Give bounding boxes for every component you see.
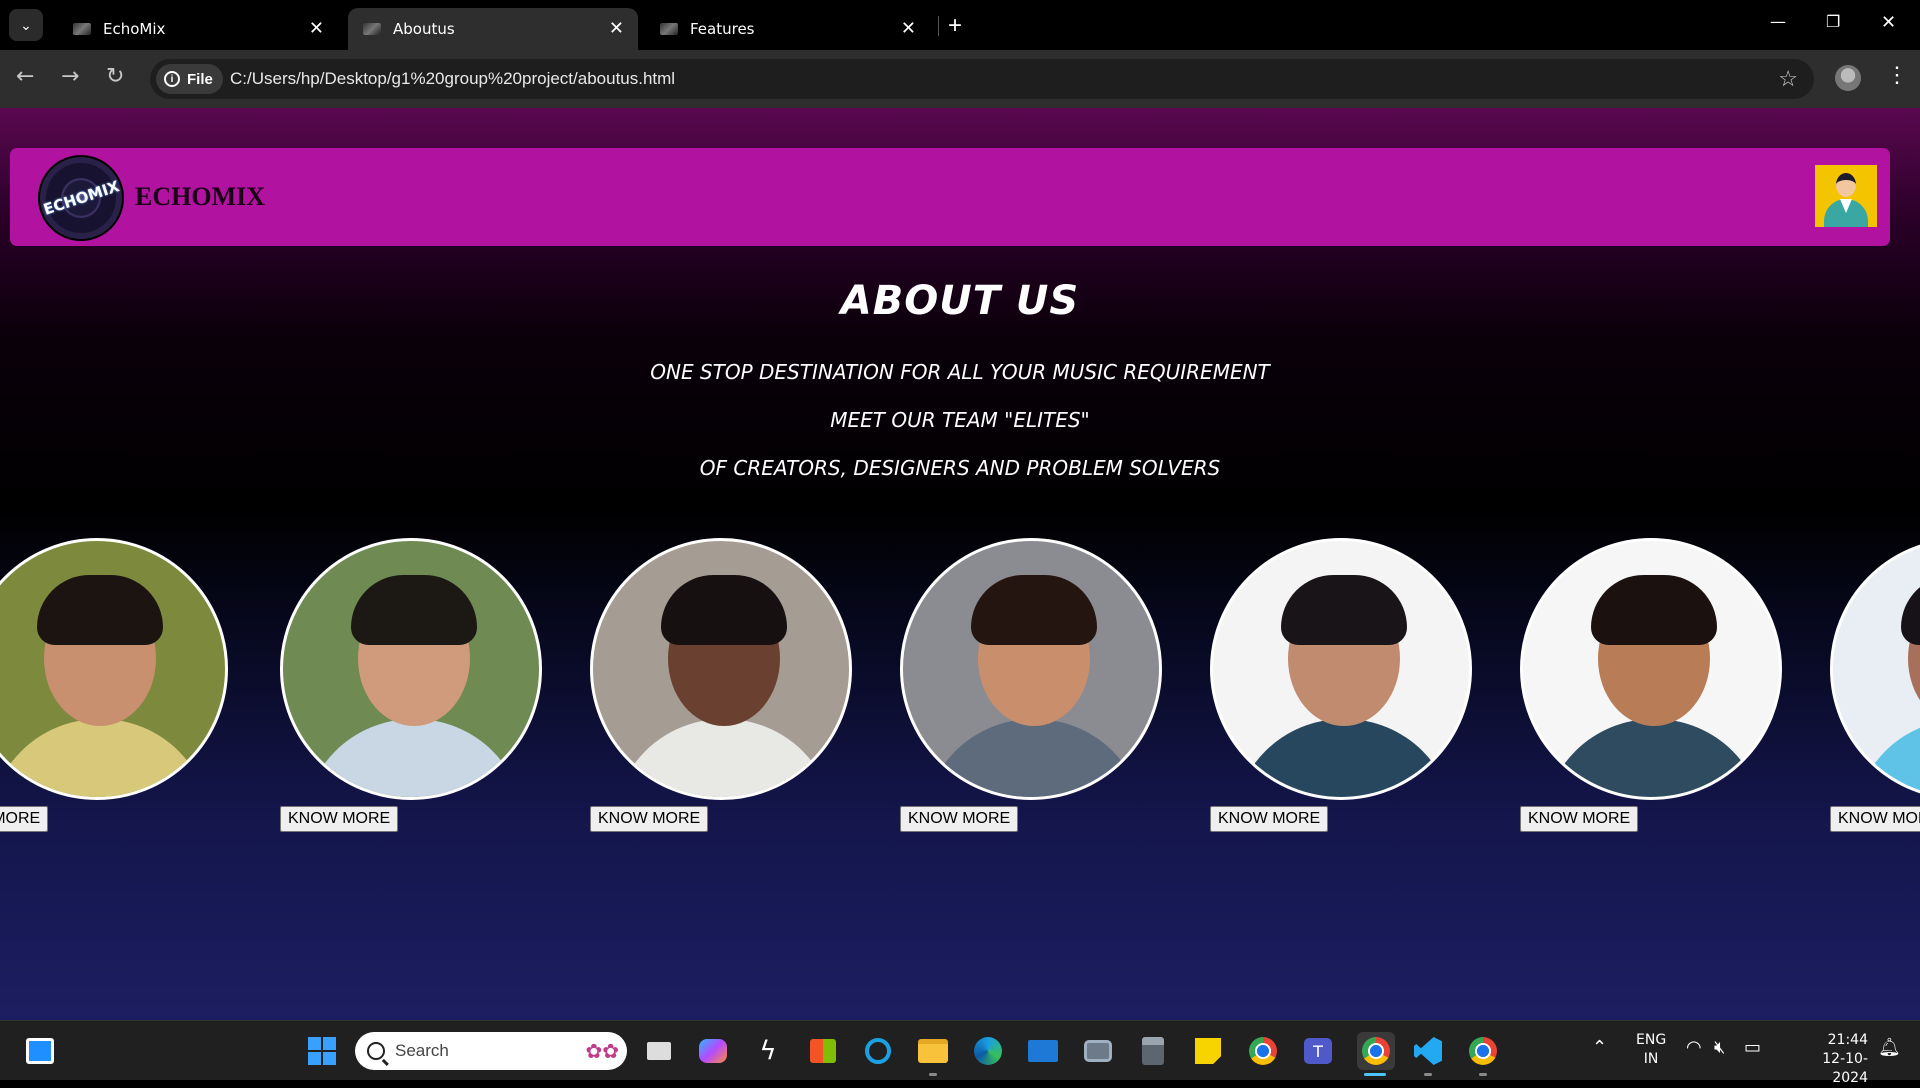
- tab-favicon-icon: [363, 23, 381, 35]
- chrome-active-icon[interactable]: [1357, 1032, 1395, 1070]
- tab-title: Aboutus: [393, 20, 455, 38]
- browser-menu-icon[interactable]: ⋮: [1886, 62, 1908, 88]
- member-photo: [280, 538, 542, 800]
- new-tab-button[interactable]: +: [948, 12, 962, 40]
- member-photo: [900, 538, 1162, 800]
- chrome-icon[interactable]: [1247, 1035, 1279, 1067]
- forward-icon[interactable]: →: [61, 64, 79, 89]
- cortana-icon[interactable]: [862, 1035, 894, 1067]
- tagline-2: MEET OUR TEAM "ELITES": [830, 408, 1090, 432]
- tab-aboutus[interactable]: Aboutus ✕: [348, 8, 638, 50]
- know-more-button[interactable]: KNOW MORE: [1210, 806, 1329, 832]
- task-view-icon[interactable]: [643, 1035, 675, 1067]
- notification-bell-icon[interactable]: 🔔︎: [1878, 1037, 1901, 1058]
- minimize-icon[interactable]: —: [1770, 12, 1786, 31]
- tab-favicon-icon: [73, 23, 91, 35]
- info-icon: i: [164, 71, 180, 87]
- bookmark-star-icon[interactable]: ☆: [1778, 66, 1798, 92]
- close-window-icon[interactable]: ✕: [1881, 12, 1896, 33]
- know-more-button[interactable]: KNOW MORE: [1520, 806, 1639, 832]
- clock-time: 21:44: [1827, 1032, 1868, 1048]
- search-highlight-icon: ✿✿: [585, 1041, 619, 1063]
- back-icon[interactable]: ←: [16, 64, 34, 89]
- tab-close-icon[interactable]: ✕: [309, 18, 324, 39]
- tab-search-button[interactable]: ⌄: [9, 9, 43, 41]
- tab-title: EchoMix: [103, 20, 166, 38]
- running-indicator: [1479, 1073, 1487, 1076]
- microsoft-store-icon[interactable]: [807, 1035, 839, 1067]
- vscode-icon[interactable]: [1412, 1035, 1444, 1067]
- edge-icon[interactable]: [972, 1035, 1004, 1067]
- browser-toolbar: ← → ↻ i File C:/Users/hp/Desktop/g1%20gr…: [0, 50, 1920, 108]
- tab-separator: [938, 16, 939, 36]
- tab-features[interactable]: Features ✕: [645, 8, 930, 50]
- member-photo: [1830, 538, 1920, 800]
- mail-icon[interactable]: [1027, 1035, 1059, 1067]
- know-more-button[interactable]: KNOW MORE: [590, 806, 709, 832]
- windows-taskbar: Search ✿✿ ϟ T ⌃ ENG IN ◠ 🔇︎ ▭ 21:44 12-1…: [0, 1020, 1920, 1086]
- member-photo: [0, 538, 228, 800]
- running-indicator: [1424, 1073, 1432, 1076]
- start-windows-icon[interactable]: [306, 1035, 338, 1067]
- search-icon: [367, 1042, 385, 1060]
- site-info-chip[interactable]: i File: [156, 64, 223, 94]
- know-more-button[interactable]: KNOW MORE: [900, 806, 1019, 832]
- tab-echomix[interactable]: EchoMix ✕: [58, 8, 338, 50]
- tab-title: Features: [690, 20, 755, 38]
- tab-close-icon[interactable]: ✕: [901, 18, 916, 39]
- page-title: ABOUT US: [840, 278, 1080, 324]
- site-header: ECHOMIX ECHOMIX: [10, 148, 1890, 246]
- browser-tab-strip: ⌄ EchoMix ✕ Aboutus ✕ Features ✕ + — ❐ ✕: [0, 0, 1920, 50]
- tagline-1: ONE STOP DESTINATION FOR ALL YOUR MUSIC …: [650, 360, 1270, 384]
- tab-close-icon[interactable]: ✕: [609, 18, 624, 39]
- teams-icon[interactable]: T: [1302, 1035, 1334, 1067]
- reload-icon[interactable]: ↻: [106, 64, 124, 89]
- copilot-icon[interactable]: [697, 1035, 729, 1067]
- echomix-logo[interactable]: ECHOMIX: [38, 155, 124, 241]
- active-indicator: [1364, 1073, 1386, 1076]
- file-explorer-icon[interactable]: [917, 1035, 949, 1067]
- know-more-button[interactable]: KNOW MORE: [0, 806, 49, 832]
- know-more-button[interactable]: KNOW MORE: [280, 806, 399, 832]
- chrome-profile-icon[interactable]: [1467, 1035, 1499, 1067]
- tab-favicon-icon: [660, 23, 678, 35]
- sticky-notes-icon[interactable]: [1192, 1035, 1224, 1067]
- clock[interactable]: 21:44 12-10-2024: [1788, 1031, 1868, 1088]
- tagline-3: OF CREATORS, DESIGNERS AND PROBLEM SOLVE…: [699, 456, 1221, 480]
- profile-avatar-icon[interactable]: [1835, 65, 1861, 91]
- url-text[interactable]: C:/Users/hp/Desktop/g1%20group%20project…: [230, 69, 675, 89]
- volume-muted-icon[interactable]: 🔇︎: [1714, 1037, 1725, 1058]
- running-indicator: [929, 1073, 937, 1076]
- know-more-button[interactable]: KNOW MORE: [1830, 806, 1920, 832]
- language-code: ENG: [1636, 1032, 1667, 1048]
- member-photo: [1210, 538, 1472, 800]
- calculator-icon[interactable]: [1137, 1035, 1169, 1067]
- language-indicator[interactable]: ENG IN: [1636, 1031, 1666, 1069]
- show-hidden-icons-chevron-icon[interactable]: ⌃: [1592, 1037, 1607, 1058]
- logo-text: ECHOMIX: [40, 177, 122, 219]
- user-icon-head: [1836, 173, 1856, 197]
- region-code: IN: [1643, 1051, 1659, 1067]
- member-photo: [1520, 538, 1782, 800]
- page-viewport: ECHOMIX ECHOMIX ABOUT US ONE STOP DESTIN…: [0, 108, 1920, 1020]
- member-photo: [590, 538, 852, 800]
- camera-icon[interactable]: [1082, 1035, 1114, 1067]
- search-placeholder: Search: [395, 1041, 449, 1060]
- wifi-icon[interactable]: ◠: [1686, 1037, 1702, 1058]
- user-account-icon[interactable]: [1815, 165, 1877, 227]
- widgets-icon[interactable]: [24, 1035, 56, 1067]
- brand-name: ECHOMIX: [135, 182, 265, 211]
- restore-icon[interactable]: ❐: [1826, 12, 1840, 31]
- address-bar[interactable]: i File C:/Users/hp/Desktop/g1%20group%20…: [150, 59, 1814, 99]
- taskbar-search-box[interactable]: Search ✿✿: [355, 1032, 627, 1070]
- battery-icon[interactable]: ▭: [1744, 1037, 1761, 1058]
- app-lightning-icon[interactable]: ϟ: [752, 1035, 784, 1067]
- clock-date: 12-10-2024: [1822, 1051, 1868, 1086]
- site-info-label: File: [187, 70, 213, 88]
